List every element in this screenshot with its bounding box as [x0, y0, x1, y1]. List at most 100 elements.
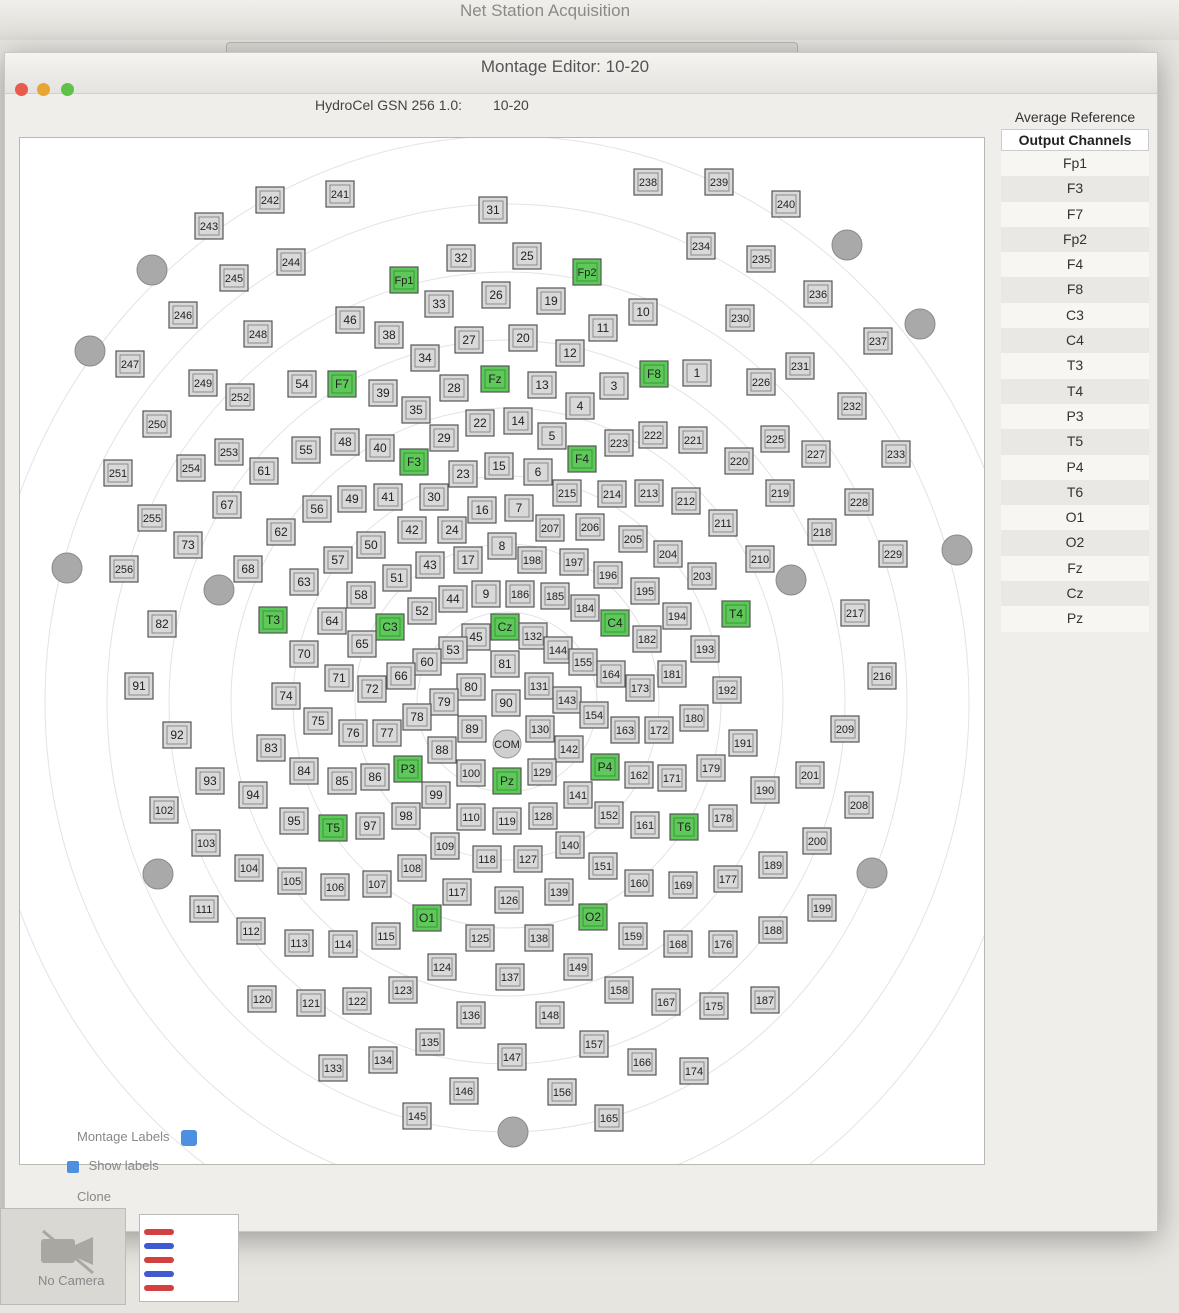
- electrode[interactable]: 83: [256, 734, 286, 762]
- electrode[interactable]: 13: [527, 371, 557, 399]
- electrode[interactable]: 95: [279, 807, 309, 835]
- electrode-o1[interactable]: O1: [412, 904, 442, 932]
- electrode[interactable]: 225: [760, 425, 790, 453]
- electrode[interactable]: 194: [662, 602, 692, 630]
- electrode[interactable]: 184: [570, 594, 600, 622]
- electrode-c4[interactable]: C4: [600, 609, 630, 637]
- electrode[interactable]: 28: [439, 374, 469, 402]
- electrode[interactable]: 127: [513, 845, 543, 873]
- output-channel-item[interactable]: C4: [1001, 328, 1149, 354]
- electrode[interactable]: 148: [535, 1001, 565, 1029]
- electrode[interactable]: 247: [115, 350, 145, 378]
- electrode[interactable]: 63: [289, 568, 319, 596]
- output-channel-item[interactable]: P3: [1001, 403, 1149, 430]
- electrode[interactable]: 30: [419, 483, 449, 511]
- electrode[interactable]: 80: [456, 673, 486, 701]
- output-channel-item[interactable]: Fz: [1001, 555, 1149, 582]
- electrode[interactable]: 209: [830, 715, 860, 743]
- electrode[interactable]: 112: [236, 917, 266, 945]
- electrode[interactable]: 34: [410, 344, 440, 372]
- electrode[interactable]: 256: [109, 555, 139, 583]
- electrode[interactable]: 4: [565, 392, 595, 420]
- electrode[interactable]: 168: [663, 930, 693, 958]
- output-channel-item[interactable]: T5: [1001, 429, 1149, 455]
- electrode[interactable]: 236: [803, 280, 833, 308]
- electrode[interactable]: 185: [540, 582, 570, 610]
- electrode[interactable]: 155: [568, 648, 598, 676]
- electrode[interactable]: 152: [594, 801, 624, 829]
- electrode[interactable]: 244: [276, 248, 306, 276]
- electrode[interactable]: 84: [289, 757, 319, 785]
- electrode[interactable]: 137: [495, 963, 525, 991]
- electrode[interactable]: 122: [342, 987, 372, 1015]
- electrode[interactable]: 189: [758, 851, 788, 879]
- electrode[interactable]: 67: [212, 491, 242, 519]
- electrode-o2[interactable]: O2: [578, 903, 608, 931]
- electrode[interactable]: 212: [671, 487, 701, 515]
- electrode[interactable]: 81: [490, 650, 520, 678]
- electrode[interactable]: 193: [690, 635, 720, 663]
- electrode[interactable]: 113: [284, 929, 314, 957]
- electrode[interactable]: 217: [840, 599, 870, 627]
- electrode[interactable]: 124: [427, 953, 457, 981]
- electrode[interactable]: 215: [552, 479, 582, 507]
- electrode[interactable]: 50: [356, 531, 386, 559]
- electrode[interactable]: 210: [745, 545, 775, 573]
- electrode[interactable]: 6: [523, 458, 553, 486]
- electrode[interactable]: 141: [563, 781, 593, 809]
- electrode[interactable]: 10: [628, 298, 658, 326]
- electrode[interactable]: 207: [535, 514, 565, 542]
- electrode[interactable]: 169: [668, 871, 698, 899]
- electrode[interactable]: 12: [555, 339, 585, 367]
- electrode[interactable]: 248: [243, 320, 273, 348]
- electrode[interactable]: 166: [627, 1048, 657, 1076]
- electrode[interactable]: 157: [579, 1030, 609, 1058]
- electrode[interactable]: 138: [524, 924, 554, 952]
- electrode[interactable]: 177: [713, 865, 743, 893]
- electrode[interactable]: 222: [638, 421, 668, 449]
- electrode-map[interactable]: 241 242 243 238 239 240 31 32 25 Fp1 Fp2 244 245 246 2…: [19, 137, 985, 1165]
- electrode[interactable]: 218: [807, 518, 837, 546]
- output-channel-item[interactable]: T4: [1001, 378, 1149, 404]
- electrode[interactable]: 71: [324, 664, 354, 692]
- electrode[interactable]: 93: [195, 767, 225, 795]
- electrode[interactable]: 139: [544, 878, 574, 906]
- electrode[interactable]: 125: [465, 924, 495, 952]
- electrode[interactable]: 238: [633, 168, 663, 196]
- electrode[interactable]: 86: [360, 763, 390, 791]
- electrode[interactable]: 98: [391, 802, 421, 830]
- output-channel-item[interactable]: Cz: [1001, 581, 1149, 607]
- electrode[interactable]: 187: [750, 986, 780, 1014]
- electrode[interactable]: 163: [610, 716, 640, 744]
- electrode[interactable]: 24: [437, 516, 467, 544]
- electrode[interactable]: 102: [149, 796, 179, 824]
- electrode[interactable]: 172: [644, 716, 674, 744]
- electrode[interactable]: 91: [124, 672, 154, 700]
- electrode[interactable]: 171: [657, 764, 687, 792]
- electrode[interactable]: 57: [323, 546, 353, 574]
- electrode[interactable]: 130: [525, 715, 555, 743]
- electrode[interactable]: 233: [881, 440, 911, 468]
- electrode-pz[interactable]: Pz: [492, 767, 522, 795]
- electrode[interactable]: 54: [287, 370, 317, 398]
- electrode[interactable]: 114: [328, 930, 358, 958]
- electrode[interactable]: 231: [785, 352, 815, 380]
- electrode[interactable]: 186: [505, 580, 535, 608]
- electrode[interactable]: 16: [467, 496, 497, 524]
- electrode[interactable]: 42: [397, 516, 427, 544]
- electrode[interactable]: 94: [238, 781, 268, 809]
- electrode[interactable]: 29: [429, 424, 459, 452]
- show-labels-checkbox[interactable]: [67, 1160, 79, 1173]
- electrode[interactable]: 216: [867, 662, 897, 690]
- electrode[interactable]: 188: [758, 916, 788, 944]
- electrode[interactable]: 239: [704, 168, 734, 196]
- electrode[interactable]: 27: [454, 326, 484, 354]
- electrode[interactable]: 97: [355, 812, 385, 840]
- output-channel-item[interactable]: O2: [1001, 530, 1149, 556]
- electrode[interactable]: 5: [537, 422, 567, 450]
- electrode[interactable]: 241: [325, 180, 355, 208]
- electrode[interactable]: 159: [618, 922, 648, 950]
- electrode-t4[interactable]: T4: [721, 600, 751, 628]
- electrode[interactable]: 41: [373, 483, 403, 511]
- electrode[interactable]: 199: [807, 894, 837, 922]
